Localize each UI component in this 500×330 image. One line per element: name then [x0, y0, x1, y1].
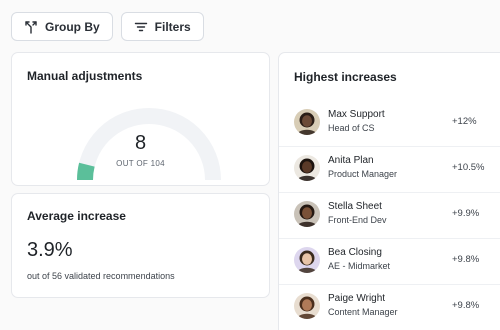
person-change: +12%	[452, 116, 477, 127]
person-role: Front-End Dev	[328, 215, 387, 225]
portrait-icon	[297, 158, 317, 181]
person-row[interactable]: Paige Wright Content Manager +9.8%	[279, 285, 500, 330]
person-change: +9.9%	[452, 208, 480, 219]
average-increase-value: 3.9%	[27, 239, 73, 261]
person-row[interactable]: Bea Closing AE - Midmarket +9.8%	[279, 239, 500, 285]
portrait-icon	[297, 112, 317, 135]
person-row[interactable]: Anita Plan Product Manager +10.5%	[279, 147, 500, 193]
person-name: Stella Sheet	[328, 201, 382, 212]
avatar	[294, 109, 320, 135]
person-change: +9.8%	[452, 254, 480, 265]
people-list: Max Support Head of CS +12% Anita Plan P…	[279, 101, 500, 330]
manual-adjustments-subtitle: OUT OF 104	[116, 159, 165, 168]
person-role: Head of CS	[328, 123, 375, 133]
highest-increases-title: Highest increases	[294, 70, 397, 84]
avatar	[294, 201, 320, 227]
group-by-label: Group By	[45, 19, 100, 34]
person-role: Content Manager	[328, 307, 398, 317]
portrait-icon	[297, 250, 317, 273]
person-role: Product Manager	[328, 169, 398, 179]
manual-adjustments-value: 8	[134, 132, 147, 154]
avatar	[294, 247, 320, 273]
avatar	[294, 293, 320, 319]
filters-button[interactable]: Filters	[120, 12, 204, 41]
filter-lines-icon	[134, 22, 147, 31]
portrait-icon	[297, 296, 317, 319]
toolbar: Group By Filters	[11, 12, 204, 41]
average-increase-title: Average increase	[27, 209, 126, 223]
avatar	[294, 155, 320, 181]
average-increase-card: Average increase 3.9% out of 56 validate…	[11, 193, 270, 298]
filters-label: Filters	[154, 19, 191, 34]
dashboard: Group By Filters Manual adjustments 8 OU…	[0, 0, 500, 330]
highest-increases-card: Highest increases Max Support Head of CS…	[278, 52, 500, 330]
split-arrows-icon	[25, 20, 37, 34]
manual-adjustments-card: Manual adjustments 8 OUT OF 104	[11, 52, 270, 186]
person-row[interactable]: Stella Sheet Front-End Dev +9.9%	[279, 193, 500, 239]
person-change: +9.8%	[452, 300, 480, 311]
person-change: +10.5%	[452, 162, 485, 173]
manual-adjustments-title: Manual adjustments	[27, 69, 143, 83]
person-name: Paige Wright	[328, 293, 386, 304]
group-by-button[interactable]: Group By	[11, 12, 113, 41]
average-increase-subtitle: out of 56 validated recommendations	[27, 271, 175, 281]
person-row[interactable]: Max Support Head of CS +12%	[279, 101, 500, 147]
person-name: Anita Plan	[328, 155, 374, 166]
person-role: AE - Midmarket	[328, 261, 391, 271]
person-name: Bea Closing	[328, 247, 382, 258]
portrait-icon	[297, 204, 317, 227]
person-name: Max Support	[328, 109, 385, 120]
